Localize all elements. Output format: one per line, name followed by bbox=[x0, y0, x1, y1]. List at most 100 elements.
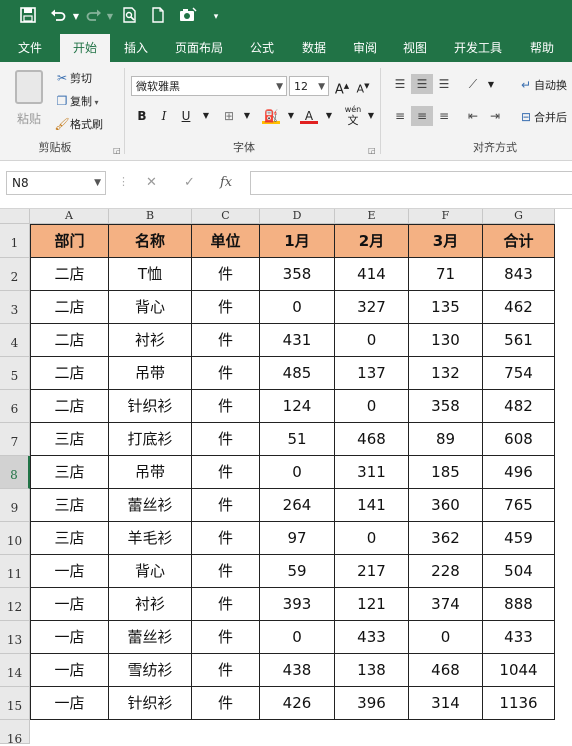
table-cell[interactable]: 背心 bbox=[109, 555, 192, 588]
align-bottom-icon[interactable]: ☰ bbox=[433, 74, 455, 94]
row-header-9[interactable]: 9 bbox=[0, 489, 30, 522]
table-cell[interactable]: 衬衫 bbox=[109, 588, 192, 621]
font-size-combo[interactable]: 12 ▼ bbox=[289, 76, 329, 96]
table-cell[interactable]: 217 bbox=[335, 555, 409, 588]
align-top-icon[interactable]: ☰ bbox=[389, 74, 411, 94]
table-cell[interactable]: 97 bbox=[260, 522, 335, 555]
table-cell[interactable]: 462 bbox=[483, 291, 555, 324]
tab-home[interactable]: 开始 bbox=[60, 34, 110, 62]
tab-view[interactable]: 视图 bbox=[393, 34, 437, 62]
cancel-icon[interactable]: ✕ bbox=[146, 171, 157, 195]
row-header-13[interactable]: 13 bbox=[0, 621, 30, 654]
tab-help[interactable]: 帮助 bbox=[520, 34, 564, 62]
table-cell[interactable]: 针织衫 bbox=[109, 390, 192, 423]
table-cell[interactable]: 雪纺衫 bbox=[109, 654, 192, 687]
column-header-g[interactable]: G bbox=[483, 209, 555, 224]
increase-indent-icon[interactable]: ⇥ bbox=[484, 106, 506, 126]
insert-function-icon[interactable]: fx bbox=[220, 171, 232, 195]
table-cell[interactable]: 0 bbox=[335, 390, 409, 423]
table-cell[interactable]: 89 bbox=[409, 423, 483, 456]
italic-button[interactable]: I bbox=[155, 107, 173, 125]
table-cell[interactable]: 138 bbox=[335, 654, 409, 687]
table-cell[interactable]: 二店 bbox=[30, 390, 109, 423]
row-header-2[interactable]: 2 bbox=[0, 258, 30, 291]
table-cell[interactable]: 打底衫 bbox=[109, 423, 192, 456]
table-cell[interactable]: 327 bbox=[335, 291, 409, 324]
name-box[interactable]: N8 ▼ bbox=[6, 171, 106, 195]
column-header-b[interactable]: B bbox=[109, 209, 192, 224]
clipboard-launcher-icon[interactable]: ◲ bbox=[113, 146, 121, 155]
row-header-11[interactable]: 11 bbox=[0, 555, 30, 588]
table-cell[interactable]: 二店 bbox=[30, 291, 109, 324]
table-header-cell[interactable]: 名称 bbox=[109, 224, 192, 258]
table-cell[interactable]: T恤 bbox=[109, 258, 192, 291]
column-header-c[interactable]: C bbox=[192, 209, 260, 224]
table-cell[interactable]: 137 bbox=[335, 357, 409, 390]
table-cell[interactable]: 针织衫 bbox=[109, 687, 192, 720]
table-cell[interactable]: 459 bbox=[483, 522, 555, 555]
table-cell[interactable]: 三店 bbox=[30, 456, 109, 489]
camera-icon[interactable] bbox=[178, 7, 198, 27]
table-cell[interactable]: 件 bbox=[192, 588, 260, 621]
table-header-cell[interactable]: 2月 bbox=[335, 224, 409, 258]
table-cell[interactable]: 1136 bbox=[483, 687, 555, 720]
table-cell[interactable]: 468 bbox=[409, 654, 483, 687]
table-header-cell[interactable]: 部门 bbox=[30, 224, 109, 258]
table-cell[interactable]: 754 bbox=[483, 357, 555, 390]
table-cell[interactable]: 765 bbox=[483, 489, 555, 522]
table-cell[interactable]: 1044 bbox=[483, 654, 555, 687]
tab-file[interactable]: 文件 bbox=[8, 34, 52, 62]
table-cell[interactable]: 393 bbox=[260, 588, 335, 621]
table-header-cell[interactable]: 合计 bbox=[483, 224, 555, 258]
table-cell[interactable]: 468 bbox=[335, 423, 409, 456]
borders-icon[interactable]: ⊞ bbox=[220, 107, 238, 125]
table-cell[interactable]: 件 bbox=[192, 621, 260, 654]
row-header-3[interactable]: 3 bbox=[0, 291, 30, 324]
align-middle-icon[interactable]: ☰ bbox=[411, 74, 433, 94]
tab-developer[interactable]: 开发工具 bbox=[446, 34, 510, 62]
more-options-icon[interactable]: ⋮ bbox=[118, 175, 129, 188]
paste-button[interactable]: 粘贴 bbox=[10, 68, 48, 130]
row-header-15[interactable]: 15 bbox=[0, 687, 30, 720]
table-cell[interactable]: 360 bbox=[409, 489, 483, 522]
table-cell[interactable]: 71 bbox=[409, 258, 483, 291]
table-cell[interactable]: 59 bbox=[260, 555, 335, 588]
table-cell[interactable]: 608 bbox=[483, 423, 555, 456]
table-cell[interactable]: 件 bbox=[192, 390, 260, 423]
table-cell[interactable]: 51 bbox=[260, 423, 335, 456]
table-cell[interactable]: 吊带 bbox=[109, 357, 192, 390]
table-cell[interactable]: 羊毛衫 bbox=[109, 522, 192, 555]
table-cell[interactable]: 396 bbox=[335, 687, 409, 720]
table-cell[interactable]: 蕾丝衫 bbox=[109, 621, 192, 654]
phonetic-dropdown-icon[interactable]: ▼ bbox=[362, 107, 380, 125]
table-cell[interactable]: 三店 bbox=[30, 522, 109, 555]
bold-button[interactable]: B bbox=[133, 107, 151, 125]
fill-color-button[interactable]: ⛽ bbox=[262, 107, 280, 125]
table-cell[interactable]: 438 bbox=[260, 654, 335, 687]
borders-dropdown-icon[interactable]: ▼ bbox=[238, 107, 256, 125]
table-cell[interactable]: 三店 bbox=[30, 423, 109, 456]
new-file-icon[interactable] bbox=[148, 7, 168, 27]
font-color-dropdown-icon[interactable]: ▼ bbox=[320, 107, 338, 125]
table-cell[interactable]: 132 bbox=[409, 357, 483, 390]
font-launcher-icon[interactable]: ◲ bbox=[368, 146, 376, 155]
table-cell[interactable]: 374 bbox=[409, 588, 483, 621]
table-cell[interactable]: 背心 bbox=[109, 291, 192, 324]
format-painter-button[interactable]: 🖌格式刷 bbox=[54, 115, 103, 133]
table-cell[interactable]: 0 bbox=[409, 621, 483, 654]
table-cell[interactable]: 件 bbox=[192, 357, 260, 390]
tab-formulas[interactable]: 公式 bbox=[240, 34, 284, 62]
table-cell[interactable]: 件 bbox=[192, 291, 260, 324]
table-cell[interactable]: 一店 bbox=[30, 588, 109, 621]
enter-icon[interactable]: ✓ bbox=[184, 171, 195, 195]
table-cell[interactable]: 426 bbox=[260, 687, 335, 720]
save-icon[interactable] bbox=[18, 7, 38, 27]
table-cell[interactable]: 358 bbox=[260, 258, 335, 291]
table-cell[interactable]: 0 bbox=[260, 291, 335, 324]
row-header-7[interactable]: 7 bbox=[0, 423, 30, 456]
table-cell[interactable]: 135 bbox=[409, 291, 483, 324]
row-header-8[interactable]: 8 bbox=[0, 456, 30, 489]
tab-insert[interactable]: 插入 bbox=[114, 34, 158, 62]
table-cell[interactable]: 431 bbox=[260, 324, 335, 357]
decrease-font-size-button[interactable]: A▼ bbox=[354, 77, 372, 96]
